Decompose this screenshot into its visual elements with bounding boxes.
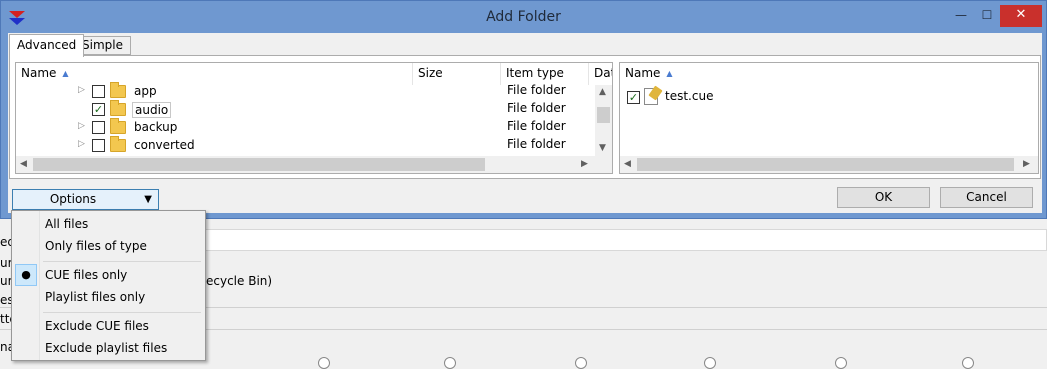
folder-type: File folder <box>507 137 566 151</box>
column-header-label: Name <box>21 66 57 80</box>
folder-checkbox[interactable] <box>92 121 105 134</box>
cue-file-icon <box>644 88 658 105</box>
horizontal-scrollbar[interactable]: ◀ ▶ <box>620 156 1038 173</box>
close-button[interactable]: ✕ <box>1000 5 1042 27</box>
options-menu: All files Only files of type ● CUE files… <box>11 210 206 361</box>
tab-panel-advanced: Name ▲ Size Item type Dat ▷ app File fold… <box>9 55 1041 179</box>
folder-icon <box>110 82 126 98</box>
scroll-down-icon[interactable]: ▼ <box>599 143 606 153</box>
background-radio[interactable] <box>444 357 456 369</box>
menu-item-exclude-cue-files[interactable]: Exclude CUE files <box>14 315 203 337</box>
menu-item-all-files[interactable]: All files <box>14 213 203 235</box>
file-checkbox-checked[interactable]: ✓ <box>627 91 640 104</box>
column-header-size[interactable]: Size <box>413 63 501 85</box>
column-header-item-type[interactable]: Item type <box>501 63 589 85</box>
title-bar[interactable]: Add Folder — ☐ ✕ <box>1 1 1046 33</box>
folder-type: File folder <box>507 83 566 97</box>
folder-type: File folder <box>507 119 566 133</box>
add-folder-dialog: Add Folder — ☐ ✕ Advanced Simple Name ▲ S… <box>0 0 1047 219</box>
background-radio[interactable] <box>962 357 974 369</box>
options-dropdown-button[interactable]: Options ▼ <box>12 189 159 210</box>
horizontal-scrollbar[interactable]: ◀ ▶ <box>16 156 612 173</box>
tree-row[interactable]: ▷ converted File folder <box>16 136 596 155</box>
tree-row[interactable]: ✓ audio File folder <box>16 100 596 119</box>
recycle-bin-label-fragment: ecycle Bin) <box>206 274 273 288</box>
file-list[interactable]: Name ▲ ✓ test.cue ◀ ▶ <box>619 62 1039 174</box>
vertical-scrollbar[interactable]: ▲ ▼ <box>595 85 612 157</box>
expand-arrow-icon[interactable]: ▷ <box>78 121 85 131</box>
folder-name: audio <box>132 102 172 118</box>
menu-separator <box>43 261 201 262</box>
dialog-client-area: Advanced Simple Name▲ Size Item type Dat… <box>8 33 1042 213</box>
column-header-date[interactable]: Dat <box>589 63 612 85</box>
tree-row[interactable]: ▷ app File folder <box>16 82 596 101</box>
background-radio[interactable] <box>835 357 847 369</box>
expand-arrow-icon[interactable]: ▷ <box>78 85 85 95</box>
dropdown-arrow-icon: ▼ <box>144 194 152 205</box>
cancel-button[interactable]: Cancel <box>940 187 1033 208</box>
scroll-up-icon[interactable]: ▲ <box>599 87 606 97</box>
tree-row[interactable]: ▷ backup File folder <box>16 118 596 137</box>
column-header-name[interactable]: Name ▲ <box>620 63 1038 85</box>
scroll-thumb[interactable] <box>33 158 485 171</box>
sort-ascending-icon: ▲ <box>62 69 69 78</box>
background-radio[interactable] <box>318 357 330 369</box>
column-header-label: Name <box>625 66 661 80</box>
folder-checkbox-checked[interactable]: ✓ <box>92 103 105 116</box>
folder-tree[interactable]: Name ▲ Size Item type Dat ▷ app File fold… <box>15 62 613 174</box>
folder-checkbox[interactable] <box>92 139 105 152</box>
folder-name: app <box>134 84 157 98</box>
folder-icon <box>110 136 126 152</box>
column-header-name[interactable]: Name ▲ <box>16 63 413 85</box>
background-radio[interactable] <box>575 357 587 369</box>
scroll-left-icon[interactable]: ◀ <box>624 159 631 169</box>
folder-type: File folder <box>507 101 566 115</box>
folder-name: converted <box>134 138 195 152</box>
menu-item-playlist-files-only[interactable]: Playlist files only <box>14 286 203 308</box>
expand-arrow-icon[interactable]: ▷ <box>78 139 85 149</box>
scroll-right-icon[interactable]: ▶ <box>581 159 588 169</box>
menu-separator <box>43 312 201 313</box>
file-name[interactable]: test.cue <box>665 89 713 103</box>
dialog-title: Add Folder <box>486 9 561 25</box>
background-radio[interactable] <box>704 357 716 369</box>
scroll-right-icon[interactable]: ▶ <box>1023 159 1030 169</box>
scroll-thumb[interactable] <box>637 158 1014 171</box>
folder-icon <box>110 100 126 116</box>
folder-icon <box>110 118 126 134</box>
menu-item-cue-files-only[interactable]: CUE files only <box>14 264 203 286</box>
ok-button[interactable]: OK <box>837 187 930 208</box>
background-input-field <box>205 229 1047 251</box>
scroll-left-icon[interactable]: ◀ <box>20 159 27 169</box>
minimize-button[interactable]: — <box>948 5 974 27</box>
menu-item-only-files-of-type[interactable]: Only files of type <box>14 235 203 257</box>
menu-item-exclude-playlist-files[interactable]: Exclude playlist files <box>14 337 203 359</box>
scroll-thumb[interactable] <box>597 107 610 123</box>
folder-checkbox[interactable] <box>92 85 105 98</box>
tab-advanced[interactable]: Advanced <box>9 34 85 57</box>
maximize-button[interactable]: ☐ <box>974 5 1000 27</box>
folder-name: backup <box>134 120 178 134</box>
sort-ascending-icon: ▲ <box>666 69 673 78</box>
options-label: Options <box>49 192 97 206</box>
